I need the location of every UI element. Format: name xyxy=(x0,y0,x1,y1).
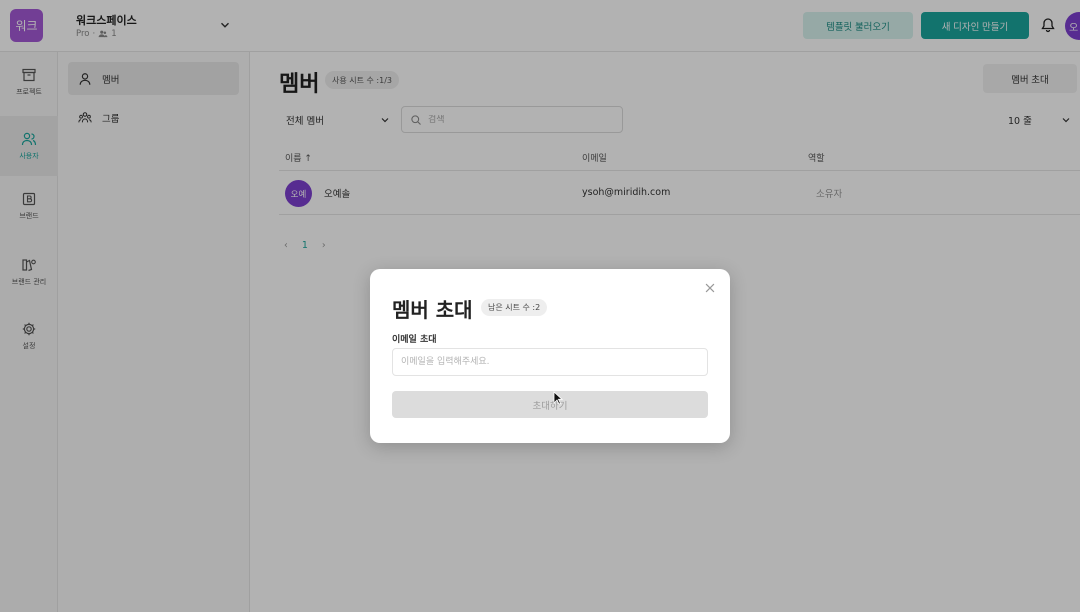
close-icon[interactable] xyxy=(703,281,717,295)
email-invite-label: 이메일 초대 xyxy=(392,335,437,345)
invite-modal: 멤버 초대 남은 시트 수 :2 이메일 초대 초대하기 xyxy=(370,269,730,443)
modal-title: 멤버 초대 xyxy=(392,298,473,322)
email-field[interactable] xyxy=(392,348,708,376)
mouse-cursor-icon xyxy=(553,391,563,405)
invite-submit-button[interactable]: 초대하기 xyxy=(392,391,708,418)
remaining-seats-badge: 남은 시트 수 :2 xyxy=(481,299,548,316)
